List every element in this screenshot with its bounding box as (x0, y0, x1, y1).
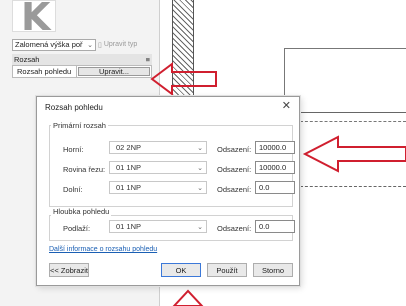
edit-type-label: Upravit typ (103, 41, 138, 48)
top-level-select[interactable]: 02 2NP ⌄ (109, 141, 207, 154)
chevron-down-icon: ⌄ (197, 184, 203, 192)
bottom-offset-input[interactable]: 0.0 (255, 181, 295, 194)
view-range-label: Rozsah pohledu (13, 66, 77, 77)
chevron-down-icon: ⌄ (197, 164, 203, 172)
drawing-line (300, 121, 406, 122)
type-selector[interactable]: Zalomená výška poř ⌄ (12, 38, 96, 51)
chevron-down-icon: ⌄ (197, 223, 203, 231)
category-row-extents[interactable]: Rozsah ≡ (12, 54, 152, 65)
view-depth-title: Hloubka pohledu (51, 207, 112, 216)
family-preview-icon: K (12, 0, 56, 39)
top-offset-label: Odsazení: (217, 145, 252, 154)
depth-offset-label: Odsazení: (217, 224, 252, 233)
type-selector-label: Zalomená výška poř (15, 40, 83, 49)
cut-plane-level-value: 01 1NP (116, 163, 142, 172)
primary-range-title: Primární rozsah (51, 121, 108, 130)
top-label: Horní: (63, 145, 84, 154)
type-row: Zalomená výška poř ⌄ ▯ Upravit typ (12, 38, 154, 51)
cut-plane-offset-label: Odsazení: (217, 165, 252, 174)
dialog-title: Rozsah pohledu (45, 103, 103, 112)
bottom-label: Dolní: (63, 185, 83, 194)
edit-type-button[interactable]: ▯ Upravit typ (98, 41, 137, 49)
top-offset-input[interactable]: 10000.0 (255, 141, 295, 154)
view-range-edit-button[interactable]: Upravit... (78, 67, 150, 76)
apply-button[interactable]: Použít (207, 263, 247, 277)
bottom-offset-label: Odsazení: (217, 185, 252, 194)
level-label: Podlaží: (63, 224, 91, 233)
show-button[interactable]: << Zobrazit (49, 263, 89, 277)
cut-plane-level-select[interactable]: 01 1NP ⌄ (109, 161, 207, 174)
view-range-dialog: Rozsah pohledu ✕ Primární rozsah Horní: … (36, 96, 300, 286)
more-info-link[interactable]: Další informace o rozsahu pohledu (49, 246, 157, 253)
close-icon[interactable]: ✕ (282, 99, 291, 112)
cancel-button[interactable]: Storno (253, 263, 293, 277)
depth-level-select[interactable]: 01 1NP ⌄ (109, 220, 207, 233)
top-level-value: 02 2NP (116, 143, 142, 152)
depth-level-value: 01 1NP (116, 222, 142, 231)
annotation-arrow-dialog (302, 135, 406, 173)
cut-plane-label: Rovina řezu: (63, 165, 106, 174)
view-range-row: Rozsah pohledu Upravit... (12, 65, 152, 78)
annotation-arrow-up (172, 289, 204, 306)
category-label: Rozsah (14, 55, 40, 64)
drawing-line (300, 112, 406, 113)
drawing-dashed-line (300, 186, 406, 187)
chevron-down-icon: ⌄ (197, 144, 203, 152)
bottom-level-select[interactable]: 01 1NP ⌄ (109, 181, 207, 194)
bottom-level-value: 01 1NP (116, 183, 142, 192)
edit-type-icon: ▯ (98, 41, 102, 49)
annotation-arrow-left (150, 62, 217, 96)
chevron-down-icon: ⌄ (87, 41, 93, 49)
ok-button[interactable]: OK (161, 263, 201, 277)
cut-plane-offset-input[interactable]: 10000.0 (255, 161, 295, 174)
depth-offset-input[interactable]: 0.0 (255, 220, 295, 233)
